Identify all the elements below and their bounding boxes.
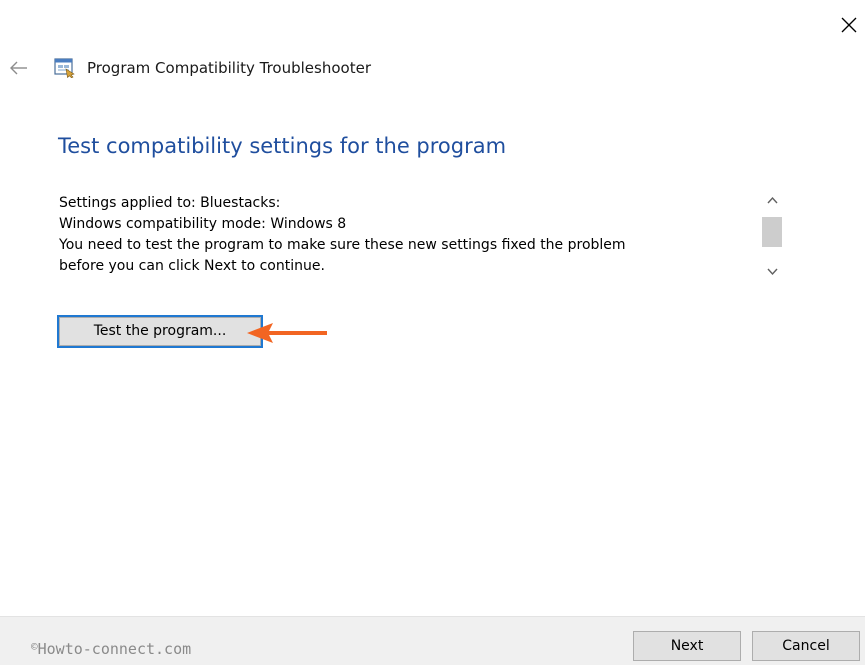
close-icon xyxy=(841,17,857,33)
info-line: before you can click Next to continue. xyxy=(59,258,325,274)
close-button[interactable] xyxy=(836,12,862,38)
troubleshooter-app-icon xyxy=(54,58,76,79)
back-arrow-icon xyxy=(10,61,27,75)
back-button[interactable] xyxy=(6,57,32,79)
chevron-down-icon xyxy=(767,268,778,276)
footer-bar: ©Howto-connect.com Next Cancel xyxy=(0,616,865,665)
copyright-symbol: © xyxy=(31,640,38,653)
scroll-thumb[interactable] xyxy=(762,217,782,247)
scroll-up-button[interactable] xyxy=(759,190,787,210)
watermark-text: Howto-connect.com xyxy=(37,640,192,658)
cancel-button[interactable]: Cancel xyxy=(752,631,860,661)
test-program-button[interactable]: Test the program... xyxy=(57,315,263,348)
annotation-arrow-icon xyxy=(247,323,327,343)
test-program-label: Test the program... xyxy=(93,323,227,339)
next-button[interactable]: Next xyxy=(633,631,741,661)
chevron-up-icon xyxy=(767,196,778,204)
info-line: You need to test the program to make sur… xyxy=(59,237,626,253)
info-line: Settings applied to: Bluestacks: xyxy=(59,195,281,211)
page-title: Test compatibility settings for the prog… xyxy=(58,134,507,158)
settings-info-text: Settings applied to: Bluestacks: Windows… xyxy=(59,193,749,277)
info-scrollbar[interactable] xyxy=(759,190,787,284)
info-line: Windows compatibility mode: Windows 8 xyxy=(59,216,347,232)
app-title: Program Compatibility Troubleshooter xyxy=(87,59,371,77)
scroll-down-button[interactable] xyxy=(759,262,787,282)
watermark: ©Howto-connect.com xyxy=(31,637,191,659)
